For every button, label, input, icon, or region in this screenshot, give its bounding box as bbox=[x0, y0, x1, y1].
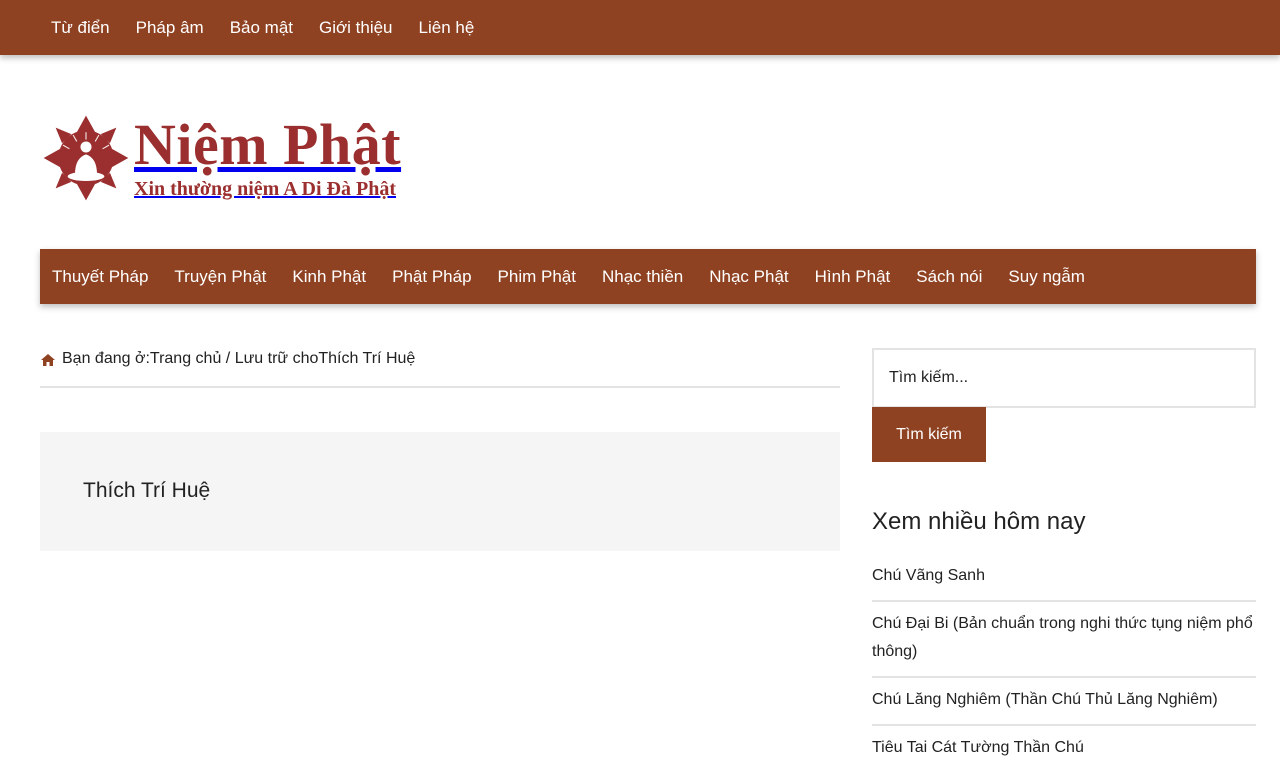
popular-list: Chú Vãng Sanh Chú Đại Bi (Bản chuẩn tron… bbox=[872, 554, 1256, 768]
popular-link-tieu-tai[interactable]: Tiêu Tai Cát Tường Thần Chú bbox=[872, 739, 1084, 756]
topnav-item-phap-am[interactable]: Pháp âm bbox=[136, 18, 204, 38]
breadcrumb-current: Thích Trí Huệ bbox=[318, 350, 416, 367]
home-icon bbox=[41, 354, 55, 366]
mainnav-item-sach-noi[interactable]: Sách nói bbox=[916, 267, 982, 287]
mainnav-item-truyen-phat[interactable]: Truyện Phật bbox=[174, 267, 266, 287]
topnav-item-bao-mat[interactable]: Bảo mật bbox=[230, 18, 293, 38]
topnav-item-lien-he[interactable]: Liên hệ bbox=[419, 18, 475, 38]
search-button[interactable]: Tìm kiếm bbox=[872, 407, 986, 462]
breadcrumb-separator: / bbox=[221, 350, 235, 367]
top-navigation: Từ điển Pháp âm Bảo mật Giới thiệu Liên … bbox=[0, 0, 1280, 55]
popular-link-chu-dai-bi[interactable]: Chú Đại Bi (Bản chuẩn trong nghi thức tụ… bbox=[872, 615, 1253, 660]
main-navigation: Thuyết Pháp Truyện Phật Kinh Phật Phật P… bbox=[40, 249, 1256, 304]
logo-text: Niệm Phật Xin thường niệm A Di Đà Phật bbox=[134, 115, 401, 201]
list-item: Chú Đại Bi (Bản chuẩn trong nghi thức tụ… bbox=[872, 602, 1256, 678]
mainnav-item-thuyet-phap[interactable]: Thuyết Pháp bbox=[52, 267, 148, 287]
mainnav-item-nhac-thien[interactable]: Nhạc thiền bbox=[602, 267, 683, 287]
breadcrumb: Bạn đang ở: Trang chủ / Lưu trữ cho Thíc… bbox=[40, 350, 840, 388]
breadcrumb-prefix: Bạn đang ở: bbox=[62, 350, 150, 367]
topnav-item-tu-dien[interactable]: Từ điển bbox=[51, 18, 110, 38]
popular-link-chu-vang-sanh[interactable]: Chú Vãng Sanh bbox=[872, 567, 985, 584]
logo-subtitle: Xin thường niệm A Di Đà Phật bbox=[134, 178, 397, 200]
list-item: Chú Lăng Nghiêm (Thần Chú Thủ Lăng Nghiê… bbox=[872, 678, 1256, 726]
mainnav-item-hinh-phat[interactable]: Hình Phật bbox=[815, 267, 891, 287]
topnav-item-gioi-thieu[interactable]: Giới thiệu bbox=[319, 18, 393, 38]
list-item: Tiêu Tai Cát Tường Thần Chú bbox=[872, 726, 1256, 768]
site-logo[interactable]: Niệm Phật Xin thường niệm A Di Đà Phật bbox=[40, 108, 440, 208]
mainnav-item-nhac-phat[interactable]: Nhạc Phật bbox=[709, 267, 788, 287]
archive-description: Thích Trí Huệ bbox=[40, 432, 840, 551]
mainnav-item-phat-phap[interactable]: Phật Pháp bbox=[392, 267, 471, 287]
breadcrumb-archive-prefix: Lưu trữ cho bbox=[234, 350, 319, 367]
list-item: Chú Vãng Sanh bbox=[872, 554, 1256, 602]
mainnav-item-suy-ngam[interactable]: Suy ngẫm bbox=[1008, 267, 1085, 287]
mainnav-item-kinh-phat[interactable]: Kinh Phật bbox=[292, 267, 366, 287]
mainnav-item-phim-phat[interactable]: Phim Phật bbox=[498, 267, 576, 287]
breadcrumb-home-link[interactable]: Trang chủ bbox=[150, 350, 221, 368]
logo-title: Niệm Phật bbox=[134, 112, 402, 177]
popular-widget-title: Xem nhiều hôm nay bbox=[872, 508, 1086, 535]
buddha-lotus-icon bbox=[43, 115, 129, 201]
popular-link-chu-lang-nghiem[interactable]: Chú Lăng Nghiêm (Thần Chú Thủ Lăng Nghiê… bbox=[872, 691, 1218, 708]
search-input[interactable] bbox=[872, 348, 1256, 408]
archive-title: Thích Trí Huệ bbox=[83, 479, 211, 502]
